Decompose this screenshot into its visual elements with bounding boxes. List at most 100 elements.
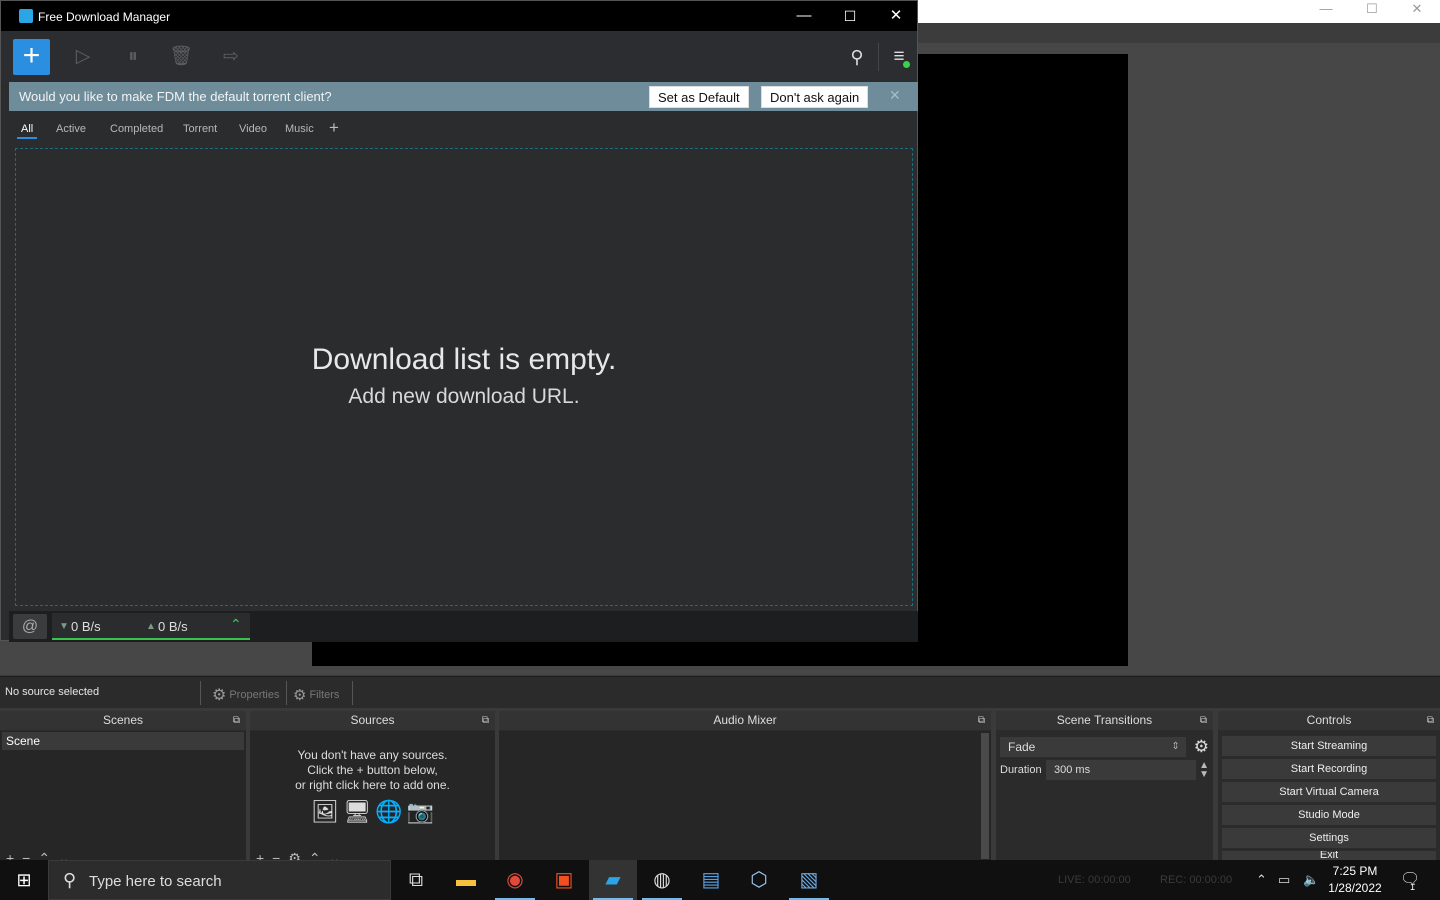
fdm-toolbar: + ▷ ⏸ 🗑 ⇨ ⚲ ≡ — [1, 31, 917, 82]
notifications-icon[interactable]: 🗨 — [1400, 860, 1420, 900]
fdm-maximize-button[interactable]: ☐ — [827, 5, 873, 27]
obs-maximize-button[interactable]: ☐ — [1349, 0, 1395, 23]
properties-label: Properties — [229, 688, 280, 701]
spinner-icon[interactable]: ▲ ▼ — [1199, 761, 1209, 780]
globe-icon: 🌐 — [375, 799, 403, 824]
undock-icon[interactable]: ⧉ — [1427, 711, 1434, 730]
dont-ask-again-button[interactable]: Don't ask again — [761, 86, 869, 108]
sources-title: Sources — [350, 713, 395, 727]
start-virtual-camera-button[interactable]: Start Virtual Camera — [1222, 782, 1436, 802]
fdm-taskbar-icon[interactable]: ▰ — [589, 860, 637, 900]
duration-input[interactable]: 300 ms — [1046, 760, 1197, 780]
properties-button[interactable]: ⚙ Properties — [206, 683, 285, 704]
scenes-list: Scene +−⌃⌄ — [0, 731, 246, 861]
download-arrow-icon: ▼ — [59, 621, 69, 632]
fdm-logo-icon — [19, 9, 33, 23]
tab-completed[interactable]: Completed — [110, 123, 163, 135]
sources-empty-line: or right click here to add one. — [295, 778, 450, 792]
filters-label: Filters — [309, 688, 340, 701]
chevron-up-icon[interactable]: ⌃ — [230, 616, 242, 633]
controls-dock-title: Controls ⧉ — [1218, 711, 1440, 730]
search-icon[interactable]: ⚲ — [845, 45, 869, 69]
sources-empty-line: You don't have any sources. — [297, 748, 448, 762]
divider — [878, 43, 879, 71]
tab-music[interactable]: Music — [285, 123, 314, 135]
audio-mixer-scrollbar[interactable] — [981, 733, 989, 859]
transition-select[interactable]: Fade ⇕ — [1000, 737, 1186, 757]
snail-mode-icon[interactable]: @ — [13, 614, 47, 639]
volume-muted-icon[interactable]: 🔈 — [1303, 860, 1319, 900]
tab-torrent[interactable]: Torrent — [183, 123, 217, 135]
obs-rec-status: REC: 00:00:00 — [1160, 874, 1233, 886]
banner-close-icon[interactable]: ✕ — [889, 87, 901, 104]
store-icon[interactable]: ▣ — [540, 860, 588, 900]
undock-icon[interactable]: ⧉ — [482, 711, 489, 730]
sources-list[interactable]: You don't have any sources. Click the + … — [250, 731, 495, 861]
clock-time: 7:25 PM — [1332, 864, 1378, 878]
fdm-minimize-button[interactable]: — — [781, 5, 827, 27]
windows-taskbar: ⊞ ⚲ Type here to search ⧉ ▬ ◉ ▣ ▰ ◍ ▤ ⬡ … — [0, 860, 1440, 900]
default-client-banner: Would you like to make FDM the default t… — [9, 82, 918, 111]
download-speed: 0 B/s — [71, 619, 101, 634]
virtualbox-icon[interactable]: ⬡ — [735, 860, 783, 900]
app-icon[interactable]: ▧ — [785, 860, 833, 900]
sources-dock-title: Sources ⧉ — [250, 711, 495, 730]
speed-indicator[interactable]: ▼ 0 B/s ▲ 0 B/s ⌃ — [52, 613, 250, 640]
taskbar-search-box[interactable]: ⚲ Type here to search — [48, 860, 391, 900]
file-explorer-icon[interactable]: ▬ — [442, 860, 490, 900]
task-view-icon[interactable]: ⧉ — [392, 860, 440, 900]
chevron-up-icon[interactable]: ⌃ — [1256, 860, 1267, 900]
control-panel-icon[interactable]: ▤ — [687, 860, 735, 900]
empty-list-subtitle: Add new download URL. — [348, 385, 580, 408]
fdm-window: Free Download Manager — ☐ ✕ + ▷ ⏸ 🗑 ⇨ ⚲ … — [0, 0, 919, 642]
filter-icon: ⚙ — [293, 686, 307, 704]
obs-close-button[interactable]: ✕ — [1394, 0, 1440, 23]
resume-icon[interactable]: ▷ — [71, 45, 95, 69]
undock-icon[interactable]: ⧉ — [1200, 711, 1207, 730]
duration-label: Duration — [1000, 764, 1042, 776]
pause-icon[interactable]: ⏸ — [121, 45, 145, 69]
image-icon: 🖼 — [311, 799, 340, 824]
studio-mode-button[interactable]: Studio Mode — [1222, 805, 1436, 825]
fdm-close-button[interactable]: ✕ — [873, 5, 919, 27]
set-as-default-button[interactable]: Set as Default — [649, 86, 749, 108]
tab-active[interactable]: Active — [56, 123, 86, 135]
obs-taskbar-icon[interactable]: ◍ — [638, 860, 686, 900]
start-streaming-button[interactable]: Start Streaming — [1222, 736, 1436, 756]
chrome-icon[interactable]: ◉ — [491, 860, 539, 900]
start-recording-button[interactable]: Start Recording — [1222, 759, 1436, 779]
scene-item[interactable]: Scene — [2, 732, 244, 750]
move-folder-icon[interactable]: ⇨ — [219, 45, 243, 69]
no-source-label: No source selected — [5, 686, 100, 698]
tab-all[interactable]: All — [17, 123, 38, 139]
fdm-statusbar: @ ▼ 0 B/s ▲ 0 B/s ⌃ — [9, 611, 918, 642]
search-placeholder: Type here to search — [89, 873, 222, 890]
taskbar-clock[interactable]: 7:25 PM 1/28/2022 — [1320, 863, 1390, 897]
scene-transitions-title: Scene Transitions — [1056, 713, 1153, 727]
delete-icon[interactable]: 🗑 — [169, 45, 193, 69]
search-icon: ⚲ — [63, 870, 77, 890]
audio-mixer-dock-title: Audio Mixer ⧉ — [499, 711, 991, 730]
obs-source-toolbar: No source selected ⚙ Properties ⚙ Filter… — [0, 676, 1440, 708]
add-download-button[interactable]: + — [13, 39, 50, 75]
upload-arrow-icon: ▲ — [146, 621, 156, 632]
source-type-icons: 🖼 🖥 🌐 📷 — [250, 799, 495, 825]
tab-video[interactable]: Video — [239, 123, 267, 135]
upload-speed: 0 B/s — [158, 619, 188, 634]
undock-icon[interactable]: ⧉ — [233, 711, 240, 730]
controls-body: Start Streaming Start Recording Start Vi… — [1218, 731, 1440, 861]
settings-button[interactable]: Settings — [1222, 828, 1436, 848]
gear-icon[interactable]: ⚙ — [1194, 737, 1209, 757]
network-icon[interactable]: ▭ — [1278, 860, 1290, 900]
windows-start-icon[interactable]: ⊞ — [0, 860, 48, 900]
update-indicator-dot — [903, 61, 910, 68]
add-tab-button[interactable]: + — [329, 118, 339, 138]
controls-title: Controls — [1306, 713, 1352, 727]
download-list-dropzone[interactable]: Download list is empty. Add new download… — [15, 148, 913, 606]
obs-minimize-button[interactable]: — — [1303, 0, 1349, 23]
undock-icon[interactable]: ⧉ — [978, 711, 985, 730]
sources-empty-line: Click the + button below, — [307, 763, 438, 777]
filters-button[interactable]: ⚙ Filters — [287, 683, 345, 704]
obs-live-status: LIVE: 00:00:00 — [1058, 874, 1131, 886]
audio-mixer-body — [499, 731, 991, 861]
